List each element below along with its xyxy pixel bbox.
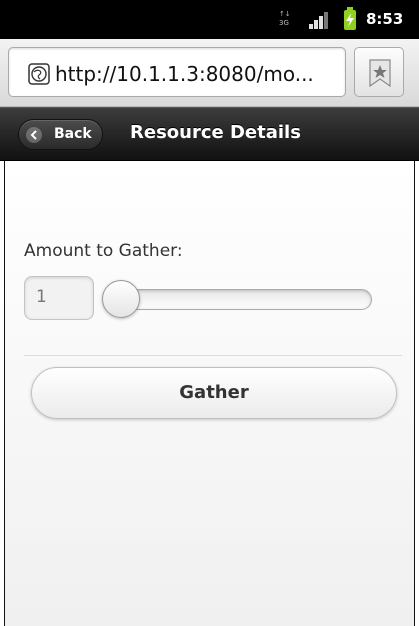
back-button[interactable]: Back	[18, 119, 103, 150]
amount-slider-handle[interactable]	[102, 280, 140, 318]
battery-charging-icon	[344, 7, 356, 30]
amount-label: Amount to Gather:	[24, 241, 183, 261]
clock-time: 8:53	[366, 10, 404, 28]
status-bar: ↑↓ 3G 8:53	[0, 0, 419, 39]
bookmark-button[interactable]	[354, 47, 404, 97]
amount-input[interactable]: 1	[24, 276, 94, 320]
back-label: Back	[54, 126, 92, 142]
page-title: Resource Details	[130, 122, 301, 143]
chevron-left-icon	[26, 127, 42, 143]
divider	[24, 355, 402, 356]
amount-slider-track[interactable]	[111, 289, 372, 310]
signal-strength-icon	[309, 12, 331, 29]
data-network-icon: ↑↓ 3G	[279, 10, 291, 27]
globe-icon	[28, 63, 50, 85]
bookmark-star-icon	[369, 59, 391, 87]
page-header: Back Resource Details	[0, 107, 419, 161]
url-text[interactable]: http://10.1.1.3:8080/mo...	[55, 61, 340, 87]
gather-button[interactable]: Gather	[31, 367, 397, 419]
